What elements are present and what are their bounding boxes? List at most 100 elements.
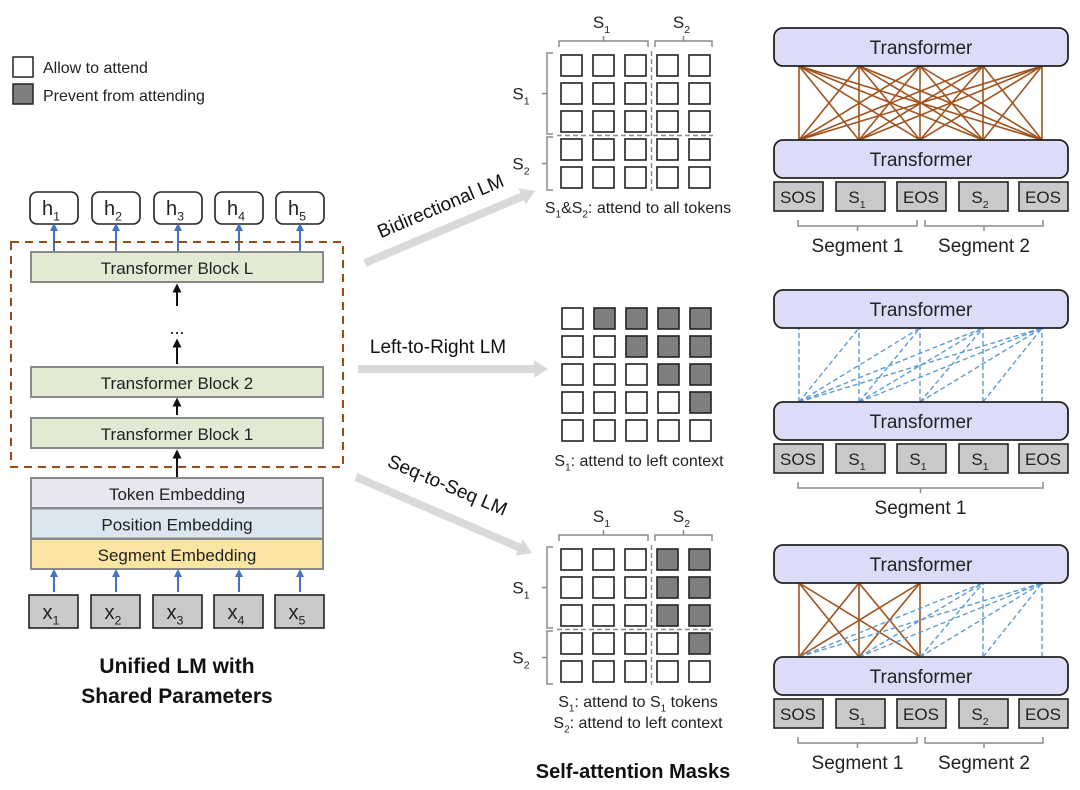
token-5: EOS — [1018, 443, 1069, 474]
masks-title: Self-attention Masks — [536, 761, 730, 783]
column-bracket — [654, 36, 713, 47]
mask-cell-allow — [592, 632, 615, 655]
token-5: EOS — [1018, 698, 1069, 729]
caption-text: S — [545, 200, 556, 217]
transformer-block-l: Transformer Block L — [30, 251, 324, 283]
mask-cell-allow — [593, 391, 616, 414]
attention-link-partial — [982, 327, 1043, 403]
mask-cell-allow — [656, 110, 679, 133]
mask-cell-allow — [560, 576, 583, 599]
panel-title-line1: Unified LM with — [99, 655, 254, 678]
token-label: EOS — [1025, 705, 1061, 724]
block-label: Transformer Block 1 — [101, 425, 253, 444]
label-base: S — [512, 85, 523, 104]
attention-link-partial — [858, 327, 984, 403]
token-1: SOS — [773, 443, 824, 474]
caption-text: : attend to S — [574, 694, 660, 711]
token-label: SOS — [780, 188, 816, 207]
label-base: SOS — [780, 450, 816, 469]
label-subscript: 2 — [524, 165, 530, 177]
label-subscript: 1 — [53, 210, 60, 224]
attention-connections — [798, 582, 1043, 658]
transformer-label: Transformer — [870, 150, 973, 171]
token-label: SOS — [780, 450, 816, 469]
label-base: S — [971, 188, 982, 207]
label-base: h — [42, 198, 53, 220]
label-subscript: 5 — [299, 210, 306, 224]
label-subscript: 1 — [921, 461, 927, 473]
mask-cell-allow — [560, 548, 583, 571]
row-bracket — [542, 546, 553, 629]
input-x2: x2 — [90, 569, 141, 629]
token-label: EOS — [1025, 450, 1061, 469]
segment-bracket: Segment 1 — [797, 220, 918, 257]
column-segment-label: S2 — [673, 13, 690, 36]
mask-cell-allow — [689, 419, 712, 442]
label-subscript: 1 — [604, 518, 610, 530]
legend-item-allow: Allow to attend — [12, 56, 148, 78]
transformer-panel-left-to-right: TransformerTransformerSOS S1 S1 S1 EOSSegmen… — [773, 289, 1069, 519]
mask-cell-prevent — [656, 604, 679, 627]
attention-link-partial — [858, 582, 984, 658]
prevent-swatch — [12, 83, 34, 105]
label-subscript: 5 — [299, 614, 306, 628]
mask-caption: S1: attend to left context — [554, 453, 724, 473]
label-base: S — [971, 450, 982, 469]
token-2: S1 — [835, 443, 886, 474]
bracket-line — [797, 482, 1044, 493]
column-bracket — [558, 530, 649, 541]
segment-label: Segment 1 — [812, 753, 904, 774]
caption-text: S — [558, 694, 569, 711]
mask-cell-prevent — [657, 307, 680, 330]
legend-item-prevent: Prevent from attending — [12, 83, 205, 105]
transformer-lower: Transformer — [773, 656, 1069, 696]
mask-cell-allow — [624, 54, 647, 77]
mask-cell-allow — [593, 419, 616, 442]
label-base: x — [43, 602, 53, 624]
mask-cell-allow — [688, 660, 711, 683]
caption-text: tokens — [666, 694, 718, 711]
mask-cell-allow — [624, 660, 647, 683]
input-x4: x4 — [213, 569, 264, 629]
label-subscript: 1 — [53, 614, 60, 628]
unilm-diagram: Allow to attend Prevent from attending h… — [10, 13, 1069, 783]
mask-cell-allow — [561, 363, 584, 386]
mask-cell-allow — [592, 110, 615, 133]
row-bracket — [542, 52, 553, 135]
transformer-panel-seq-to-seq: TransformerTransformerSOS S1 EOS S2 EOSSegme… — [773, 544, 1069, 774]
label-base: S — [673, 13, 684, 32]
token-label: SOS — [780, 705, 816, 724]
mask-cell-allow — [625, 391, 648, 414]
mask-cell-allow — [656, 632, 679, 655]
label-subscript: 4 — [238, 614, 245, 628]
mask-cell-allow — [593, 363, 616, 386]
transformer-block-2: Transformer Block 2 — [30, 366, 324, 398]
attention-link-partial — [919, 327, 1043, 403]
mask-cell-allow — [592, 548, 615, 571]
label-subscript: 3 — [177, 614, 184, 628]
attention-link-partial — [858, 327, 1043, 403]
label-base: EOS — [1025, 705, 1061, 724]
embedding-label: Segment Embedding — [98, 546, 257, 565]
legend: Allow to attend Prevent from attending — [12, 56, 205, 105]
mask-cell-allow — [592, 166, 615, 189]
label-base: S — [512, 155, 523, 174]
mask-cell-prevent — [688, 548, 711, 571]
mask-cell-prevent — [657, 335, 680, 358]
label-base: S — [593, 507, 604, 526]
mask-cell-prevent — [688, 604, 711, 627]
input-x5: x5 — [274, 569, 325, 629]
segment-label: Segment 1 — [812, 236, 904, 257]
position-embedding: Position Embedding — [30, 507, 324, 540]
label-subscript: 2 — [983, 716, 989, 728]
column-bracket — [654, 530, 713, 541]
mask-cell-prevent — [656, 548, 679, 571]
segment-label: Segment 2 — [938, 236, 1030, 257]
mask-cell-prevent — [657, 363, 680, 386]
mask-cell-allow — [561, 391, 584, 414]
row-segment-label: S1 — [512, 579, 529, 602]
mask-caption: S2: attend to left context — [553, 715, 723, 735]
label-subscript: 2 — [684, 518, 690, 530]
segment-bracket: Segment 1 — [797, 737, 918, 774]
token-3: S1 — [896, 443, 947, 474]
